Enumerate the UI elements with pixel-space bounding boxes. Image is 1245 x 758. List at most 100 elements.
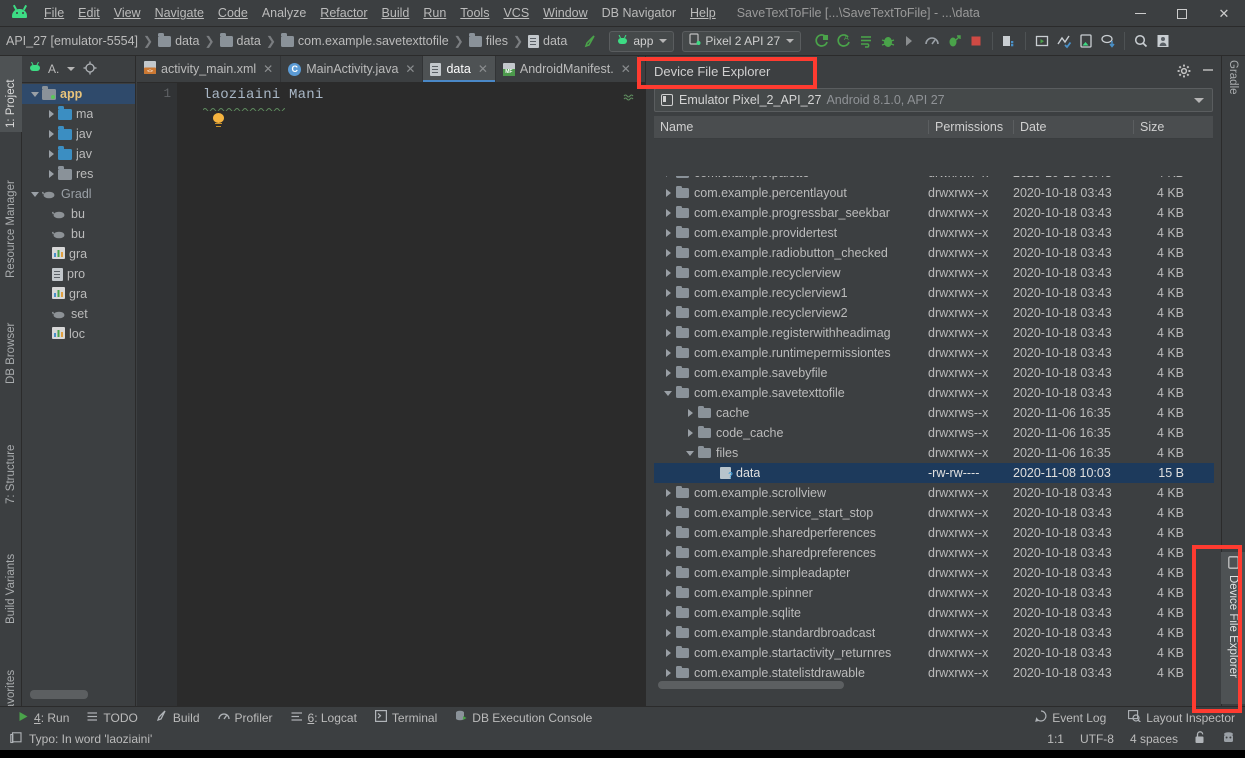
- file-row[interactable]: com.example.savebyfile drwxrwx--x 2020-10-…: [654, 363, 1214, 383]
- bottom-tab-todo[interactable]: TODO: [87, 711, 138, 725]
- twisty-closed-icon[interactable]: [660, 589, 676, 597]
- sidebar-tab-db-browser[interactable]: DB Browser: [0, 296, 22, 388]
- search-icon[interactable]: [1130, 30, 1152, 52]
- tab-activity-main-xml[interactable]: <> activity_main.xml ✕: [137, 56, 282, 82]
- menu-tools[interactable]: Tools: [453, 3, 496, 23]
- twisty-closed-icon[interactable]: [660, 369, 676, 377]
- column-header-date[interactable]: Date: [1013, 120, 1133, 134]
- bottom-tab-event-log[interactable]: Event Log: [1035, 710, 1106, 725]
- twisty-closed-icon[interactable]: [660, 229, 676, 237]
- apply-changes-icon[interactable]: [855, 30, 877, 52]
- sidebar-tab-resource-manager[interactable]: Resource Manager: [0, 156, 22, 282]
- file-row[interactable]: com.example.startactivity_returnres drwxr…: [654, 643, 1214, 663]
- twisty-closed-icon[interactable]: [44, 170, 58, 178]
- intention-bulb-icon[interactable]: [213, 113, 224, 127]
- tree-item-app[interactable]: app: [22, 84, 135, 104]
- file-row[interactable]: com.example.savetexttofile drwxrwx--x 2020…: [654, 383, 1214, 403]
- hector-icon[interactable]: [1222, 731, 1235, 747]
- twisty-closed-icon[interactable]: [660, 176, 676, 177]
- file-row[interactable]: com.example.standardbroadcast drwxrwx--x 2…: [654, 623, 1214, 643]
- file-row[interactable]: com.example.service_start_stop drwxrwx--x…: [654, 503, 1214, 523]
- run-icon[interactable]: [811, 30, 833, 52]
- twisty-closed-icon[interactable]: [660, 529, 676, 537]
- file-row[interactable]: ? data -rw-rw---- 2020-11-08 10:03 15 B: [654, 463, 1214, 483]
- close-button[interactable]: ✕: [1203, 0, 1245, 27]
- file-row[interactable]: com.example.statelistdrawable drwxrwx--x 2…: [654, 663, 1214, 679]
- menu-db-navigator[interactable]: DB Navigator: [595, 3, 683, 23]
- twisty-closed-icon[interactable]: [44, 130, 58, 138]
- menu-help[interactable]: Help: [683, 3, 723, 23]
- tree-item-gradle-properties[interactable]: gra: [22, 284, 135, 304]
- twisty-closed-icon[interactable]: [660, 329, 676, 337]
- maximize-button[interactable]: [1161, 0, 1203, 27]
- twisty-open-icon[interactable]: [28, 191, 42, 197]
- twisty-closed-icon[interactable]: [44, 110, 58, 118]
- twisty-closed-icon[interactable]: [660, 309, 676, 317]
- twisty-closed-icon[interactable]: [682, 409, 698, 417]
- tab-data[interactable]: data ✕: [423, 56, 496, 82]
- twisty-closed-icon[interactable]: [660, 269, 676, 277]
- twisty-closed-icon[interactable]: [660, 649, 676, 657]
- twisty-closed-icon[interactable]: [660, 629, 676, 637]
- column-header-permissions[interactable]: Permissions: [928, 120, 1013, 134]
- file-row[interactable]: com.example.scrollview drwxrwx--x 2020-10-…: [654, 483, 1214, 503]
- breadcrumb-data2[interactable]: data: [219, 33, 261, 48]
- twisty-closed-icon[interactable]: [660, 549, 676, 557]
- sync-gradle-icon[interactable]: [1097, 30, 1119, 52]
- close-icon[interactable]: ✕: [621, 62, 631, 76]
- twisty-open-icon[interactable]: [28, 91, 42, 97]
- sidebar-tab-structure[interactable]: 7: Structure: [0, 408, 22, 508]
- editor-code-area[interactable]: laoziaini Mani: [177, 83, 645, 707]
- menu-refactor[interactable]: Refactor: [313, 3, 374, 23]
- tree-item-java-generated[interactable]: jav: [22, 144, 135, 164]
- close-icon[interactable]: ✕: [478, 62, 488, 76]
- bottom-tab-layout-inspector[interactable]: Layout Inspector: [1128, 710, 1235, 725]
- back-arrow-icon[interactable]: [579, 30, 601, 52]
- device-file-explorer-icon[interactable]: [1075, 30, 1097, 52]
- file-row[interactable]: com.example.recyclerview1 drwxrwx--x 2020-…: [654, 283, 1214, 303]
- menu-build[interactable]: Build: [375, 3, 417, 23]
- breadcrumb-package[interactable]: com.example.savetexttofile: [280, 33, 449, 48]
- tree-item-gradle-scripts[interactable]: Gradl: [22, 184, 135, 204]
- file-row[interactable]: com.example.providertest drwxrwx--x 2020-1…: [654, 223, 1214, 243]
- tree-item-settings-gradle[interactable]: set: [22, 304, 135, 324]
- sidebar-tab-device-file-explorer[interactable]: Device File Explorer: [1221, 552, 1245, 704]
- menu-analyze[interactable]: Analyze: [255, 3, 313, 23]
- twisty-closed-icon[interactable]: [44, 150, 58, 158]
- menu-run[interactable]: Run: [416, 3, 453, 23]
- menu-navigate[interactable]: Navigate: [148, 3, 211, 23]
- tree-item-gradle-wrapper-props[interactable]: gra: [22, 244, 135, 264]
- file-list[interactable]: com.example.palette drwxrwx--x 2020-10-18 …: [654, 176, 1214, 679]
- menu-window[interactable]: Window: [536, 3, 594, 23]
- breadcrumb-data1[interactable]: data: [158, 33, 199, 48]
- twisty-open-icon[interactable]: [682, 450, 698, 456]
- close-icon[interactable]: ✕: [405, 62, 415, 76]
- menu-view[interactable]: View: [107, 3, 148, 23]
- run-with-coverage-icon[interactable]: [943, 30, 965, 52]
- file-row[interactable]: com.example.percentlayout drwxrwx--x 2020-…: [654, 183, 1214, 203]
- tree-item-java[interactable]: jav: [22, 124, 135, 144]
- profile-icon[interactable]: [1152, 30, 1174, 52]
- file-list-hscrollbar-thumb[interactable]: [658, 681, 844, 689]
- avd-manager-icon[interactable]: [998, 30, 1020, 52]
- bottom-tab-logcat[interactable]: 6: Logcat: [291, 711, 357, 725]
- file-row[interactable]: com.example.runtimepermissiontes drwxrwx-…: [654, 343, 1214, 363]
- sdk-manager-icon[interactable]: [1031, 30, 1053, 52]
- twisty-closed-icon[interactable]: [682, 429, 698, 437]
- tree-item-build-gradle-1[interactable]: bu: [22, 204, 135, 224]
- bottom-tab-terminal[interactable]: Terminal: [374, 710, 437, 725]
- module-selector[interactable]: app: [609, 30, 675, 52]
- breadcrumb-device[interactable]: API_27 [emulator-5554]: [6, 34, 138, 48]
- tree-item-manifests[interactable]: ma: [22, 104, 135, 124]
- sidebar-tab-gradle[interactable]: Gradle: [1221, 56, 1245, 126]
- twisty-open-icon[interactable]: [660, 390, 676, 396]
- locate-icon[interactable]: [83, 61, 97, 78]
- attach-debugger-icon[interactable]: [899, 30, 921, 52]
- bottom-tab-build[interactable]: Build: [156, 710, 200, 725]
- twisty-closed-icon[interactable]: [660, 609, 676, 617]
- indent-setting[interactable]: 4 spaces: [1130, 732, 1178, 746]
- tab-androidmanifest[interactable]: AndroidManifest. ✕: [496, 56, 639, 82]
- twisty-closed-icon[interactable]: [660, 569, 676, 577]
- file-row[interactable]: com.example.sqlite drwxrwx--x 2020-10-18 0…: [654, 603, 1214, 623]
- menu-vcs[interactable]: VCS: [496, 3, 536, 23]
